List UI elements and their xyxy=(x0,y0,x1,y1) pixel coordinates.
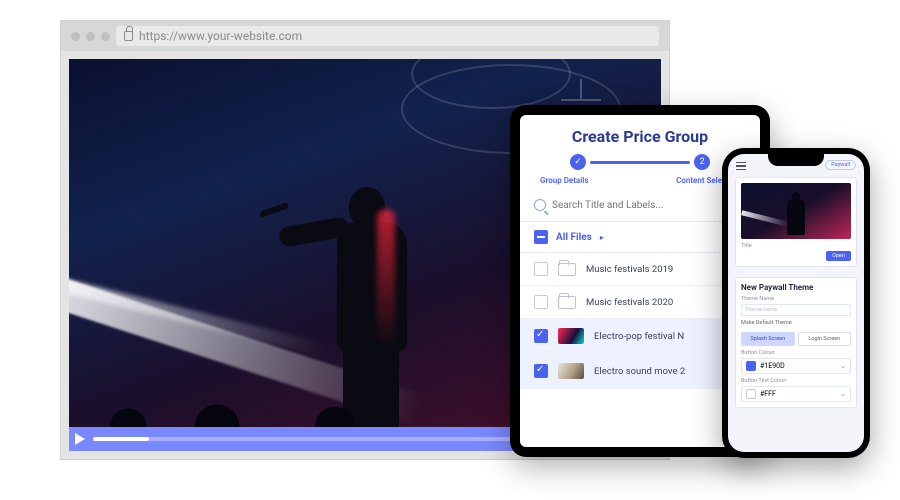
traffic-light-close[interactable] xyxy=(71,32,80,41)
colour-swatch xyxy=(746,361,756,371)
phone-screen: Paywall Title Open New Paywall Theme The… xyxy=(728,154,864,452)
chevron-down-icon: ⌄ xyxy=(840,390,846,398)
row-label: Music festivals 2019 xyxy=(586,264,673,275)
phone-device: Paywall Title Open New Paywall Theme The… xyxy=(722,148,870,458)
theme-name-input[interactable]: Theme name xyxy=(741,304,851,316)
theme-editor-card: New Paywall Theme Theme Name Theme name … xyxy=(735,277,857,408)
row-checkbox[interactable] xyxy=(534,329,548,343)
row-checkbox[interactable] xyxy=(534,295,548,309)
play-button[interactable] xyxy=(75,433,85,445)
row-label: Music festivals 2020 xyxy=(586,297,673,308)
step-1-indicator[interactable] xyxy=(570,154,586,170)
button-colour-label: Button Colour xyxy=(741,350,851,356)
tab-login-screen[interactable]: Login Screen xyxy=(798,332,852,346)
button-text-colour-value: #FFF xyxy=(760,390,776,398)
select-all-checkbox[interactable] xyxy=(534,230,548,244)
traffic-light-zoom[interactable] xyxy=(101,32,110,41)
search-input[interactable] xyxy=(552,200,746,211)
chevron-down-icon: ▸ xyxy=(600,233,604,242)
screen-tabs: Splash Screen Login Screen xyxy=(741,332,851,346)
row-label: Electro sound move 2 xyxy=(594,366,685,377)
preview-card: Title Open xyxy=(735,177,857,267)
lock-icon xyxy=(124,31,133,41)
button-colour-value: #1E90D xyxy=(760,362,785,370)
traffic-light-minimize[interactable] xyxy=(86,32,95,41)
row-checkbox[interactable] xyxy=(534,262,548,276)
preview-title: Title xyxy=(741,243,752,249)
chevron-down-icon: ⌄ xyxy=(840,362,846,370)
row-checkbox[interactable] xyxy=(534,364,548,378)
address-bar[interactable]: https://www.your-website.com xyxy=(116,26,659,46)
video-thumbnail xyxy=(558,328,584,344)
step-2-indicator[interactable]: 2 xyxy=(694,154,710,170)
folder-icon xyxy=(558,263,576,276)
header-pill-button[interactable]: Paywall xyxy=(825,160,856,170)
make-default-toggle[interactable]: Make Default Theme xyxy=(741,320,851,326)
button-colour-picker[interactable]: #1E90D ⌄ xyxy=(741,358,851,374)
colour-swatch xyxy=(746,389,756,399)
section-title: New Paywall Theme xyxy=(741,283,851,292)
tab-splash-screen[interactable]: Splash Screen xyxy=(741,332,795,346)
folder-icon xyxy=(558,296,576,309)
preview-video-thumbnail[interactable] xyxy=(741,183,851,239)
search-icon xyxy=(534,199,546,211)
step-connector xyxy=(590,161,690,164)
button-text-colour-label: Button Text Colour xyxy=(741,378,851,384)
browser-chrome-bar: https://www.your-website.com xyxy=(61,21,669,51)
all-files-label: All Files xyxy=(556,232,592,243)
step-1-label[interactable]: Group Details xyxy=(540,176,588,185)
page-title: Create Price Group xyxy=(520,115,760,154)
preview-open-button[interactable]: Open xyxy=(826,251,851,261)
hamburger-icon[interactable] xyxy=(736,162,746,170)
theme-name-placeholder: Theme name xyxy=(745,307,777,313)
url-text: https://www.your-website.com xyxy=(139,29,302,43)
row-label: Electro-pop festival N xyxy=(594,331,684,342)
theme-name-label: Theme Name xyxy=(741,296,851,302)
phone-notch xyxy=(768,154,824,166)
button-text-colour-picker[interactable]: #FFF ⌄ xyxy=(741,386,851,402)
video-thumbnail xyxy=(558,363,584,379)
